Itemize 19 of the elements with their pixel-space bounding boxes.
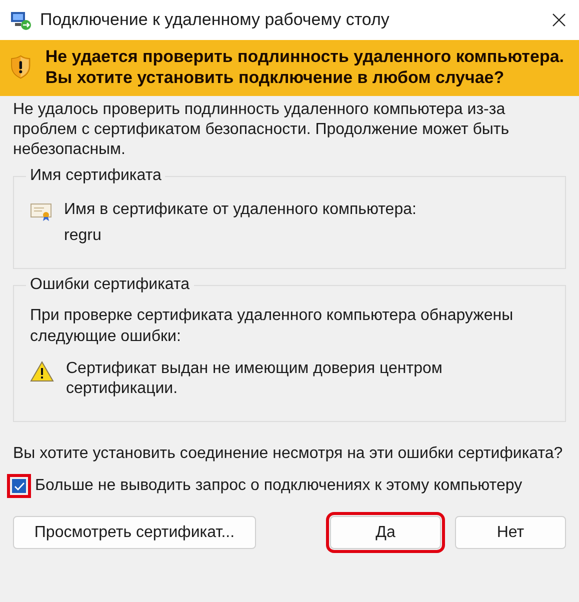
close-icon [552, 13, 566, 27]
certificate-text: regru [64, 226, 102, 246]
dialog-button[interactable]: Просмотреть сертификат... [13, 516, 256, 549]
group-title: Ошибки сертификата [29, 275, 191, 295]
error-text: Сертификат выдан не имеющим доверия центром сертификации. [66, 359, 444, 399]
certificate-icon [30, 202, 52, 222]
window-title: Подключение к удаленному рабочему столу [40, 10, 390, 30]
error-description: При проверке сертификата удаленного компьютера обнаружены следующие ошибки: [30, 306, 514, 347]
warning-heading: Не удается проверить подлинность удаленного компьютера. Вы хотите установить подключение в любом случае? [45, 46, 566, 88]
checkbox-label: Больше не выводить запрос о подключениях к этому компьютеру [35, 477, 522, 495]
intro-text: Не удалось проверить подлинность удаленного компьютера из-за проблем с сертификатом безопасности. Продолжение может быть небезопасным. [13, 100, 510, 160]
dialog-button[interactable]: Нет [455, 516, 566, 549]
certificate-text: Имя в сертификате от удаленного компьютера: [64, 200, 416, 220]
remote-desktop-icon [10, 10, 32, 30]
group-title: Имя сертификата [29, 166, 162, 186]
question-text: Вы хотите установить соединение несмотря на эти ошибки сертификата? [13, 444, 564, 464]
check-icon [14, 482, 24, 490]
checkbox[interactable] [7, 474, 31, 498]
warning-icon [30, 361, 54, 382]
